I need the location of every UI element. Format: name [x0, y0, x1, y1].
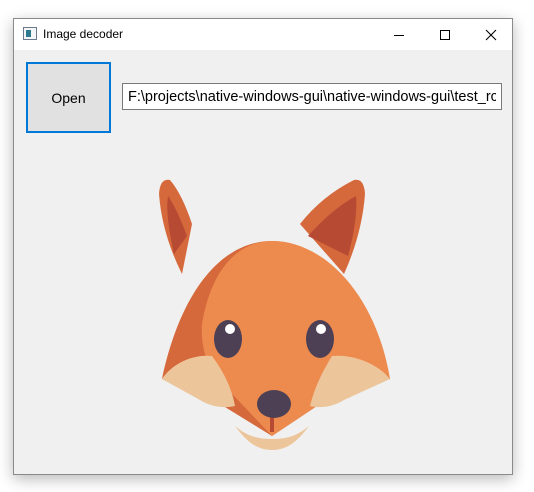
maximize-button[interactable]: [422, 19, 468, 50]
app-window: Image decoder Open: [13, 18, 513, 475]
minimize-icon: [394, 34, 404, 36]
app-window-icon: [23, 27, 37, 40]
close-button[interactable]: [468, 19, 514, 50]
file-path-field[interactable]: [122, 83, 502, 110]
open-button[interactable]: Open: [26, 62, 111, 133]
window-title: Image decoder: [43, 27, 124, 41]
minimize-button[interactable]: [376, 19, 422, 50]
fox-image: [159, 179, 390, 450]
close-icon: [485, 29, 497, 40]
maximize-icon: [440, 29, 450, 40]
title-bar[interactable]: Image decoder: [14, 19, 512, 50]
